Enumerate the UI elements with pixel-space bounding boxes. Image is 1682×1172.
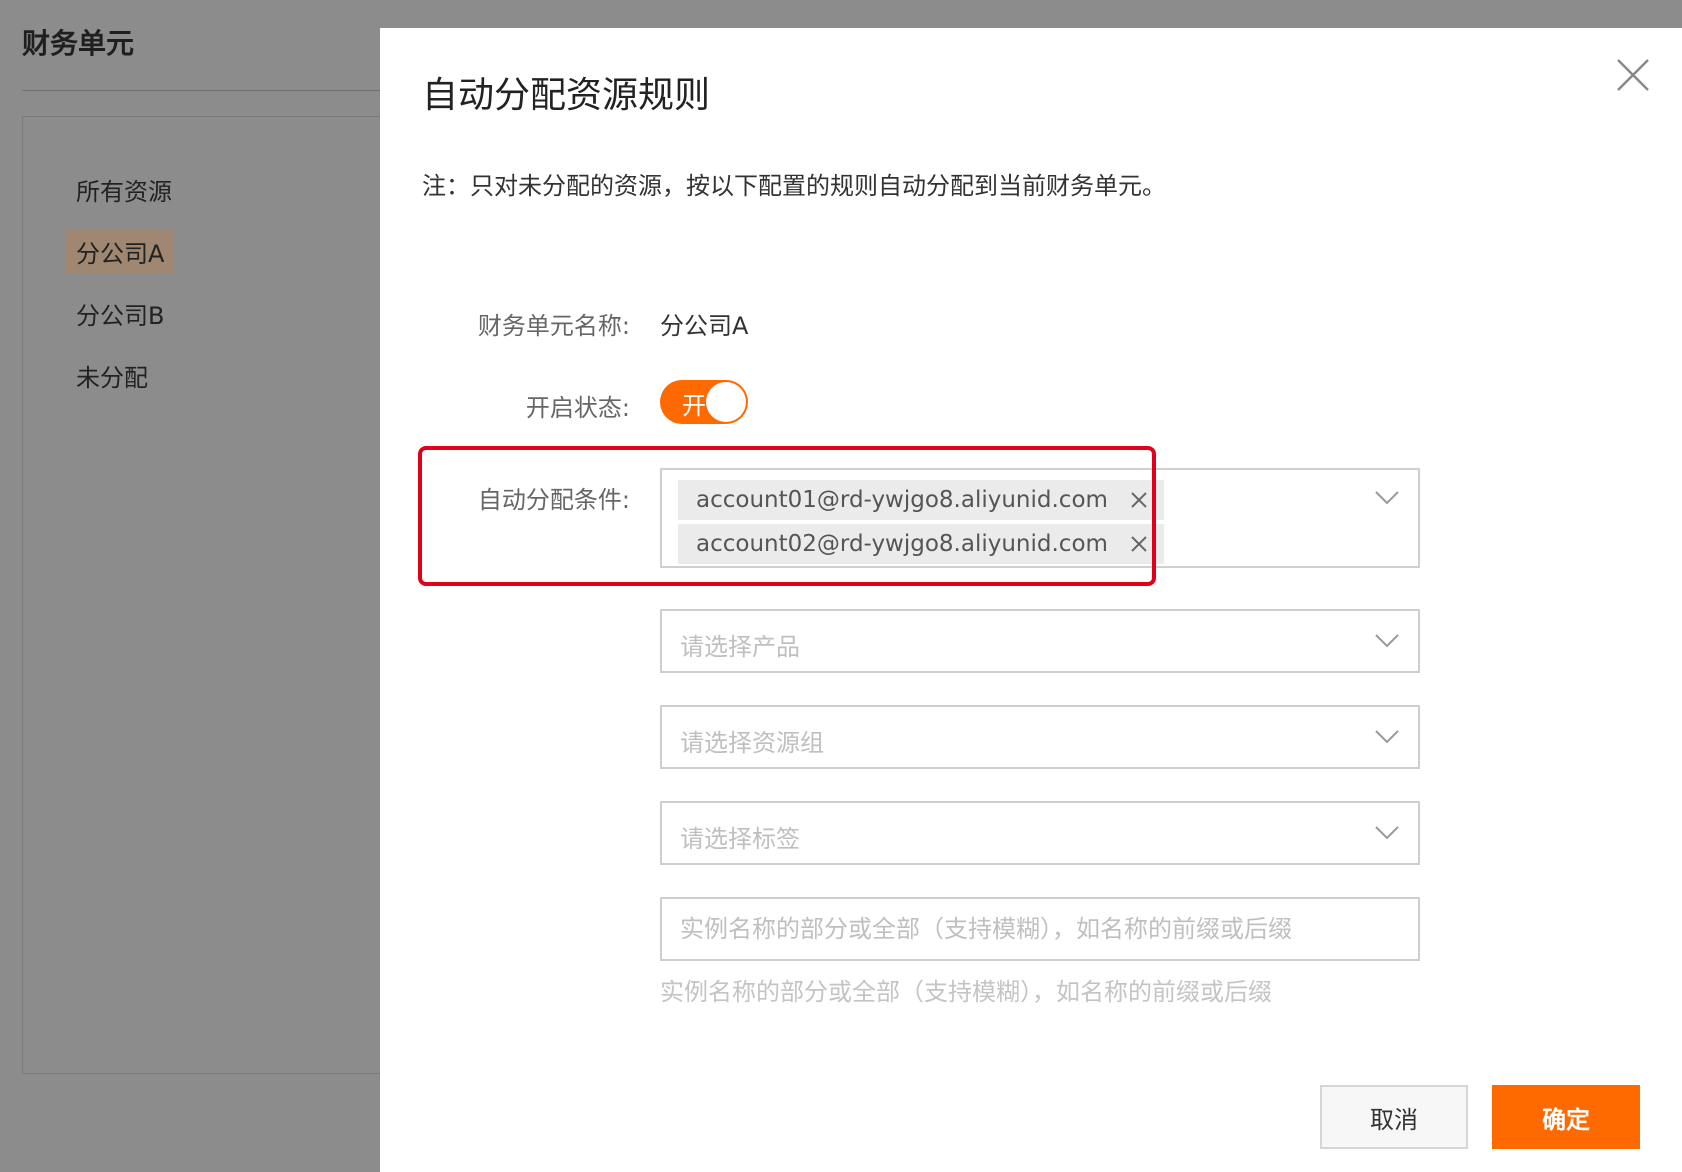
toggle-text: 开 bbox=[682, 392, 706, 420]
chevron-down-icon bbox=[1375, 730, 1399, 744]
instance-name-hint: 实例名称的部分或全部（支持模糊），如名称的前缀或后缀 bbox=[660, 978, 1272, 1006]
tag-placeholder: 请选择标签 bbox=[680, 825, 800, 853]
unit-name-label: 财务单元名称: bbox=[477, 312, 630, 340]
highlight-box bbox=[418, 446, 1156, 586]
sidebar-item-branch-a[interactable]: 分公司A bbox=[66, 230, 175, 273]
dialog-title: 自动分配资源规则 bbox=[422, 75, 711, 116]
dialog-note: 注：只对未分配的资源，按以下配置的规则自动分配到当前财务单元。 bbox=[422, 172, 1166, 200]
chevron-down-icon bbox=[1375, 491, 1399, 505]
resource-group-placeholder: 请选择资源组 bbox=[680, 729, 824, 757]
status-label: 开启状态: bbox=[525, 394, 630, 422]
background-divider bbox=[22, 90, 382, 91]
sidebar-item-all-resources[interactable]: 所有资源 bbox=[66, 168, 182, 211]
toggle-knob bbox=[706, 382, 746, 422]
tag-select[interactable]: 请选择标签 bbox=[660, 801, 1420, 865]
instance-name-input[interactable] bbox=[662, 899, 1418, 959]
product-select[interactable]: 请选择产品 bbox=[660, 609, 1420, 673]
resource-group-select[interactable]: 请选择资源组 bbox=[660, 705, 1420, 769]
status-toggle[interactable]: 开 bbox=[660, 380, 748, 424]
close-icon bbox=[1617, 59, 1649, 91]
sidebar-item-branch-b[interactable]: 分公司B bbox=[66, 292, 174, 335]
close-button[interactable] bbox=[1612, 54, 1654, 96]
chevron-down-icon bbox=[1375, 826, 1399, 840]
cancel-button[interactable]: 取消 bbox=[1320, 1085, 1468, 1149]
confirm-button[interactable]: 确定 bbox=[1492, 1085, 1640, 1149]
auto-assign-rule-dialog: 自动分配资源规则 注：只对未分配的资源，按以下配置的规则自动分配到当前财务单元。… bbox=[380, 28, 1682, 1172]
sidebar-item-unassigned[interactable]: 未分配 bbox=[66, 354, 158, 397]
background-page-title: 财务单元 bbox=[22, 27, 135, 60]
product-placeholder: 请选择产品 bbox=[680, 633, 800, 661]
chevron-down-icon bbox=[1375, 634, 1399, 648]
unit-name-value: 分公司A bbox=[660, 312, 749, 340]
instance-name-field bbox=[660, 897, 1420, 961]
